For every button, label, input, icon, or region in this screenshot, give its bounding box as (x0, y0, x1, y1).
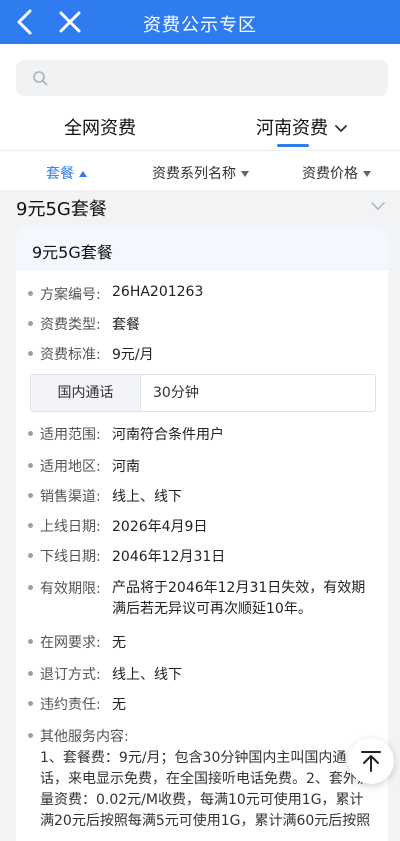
plan-title: 9元5G套餐 (32, 243, 113, 262)
field-label: 适用范围: (40, 427, 101, 443)
bullet-icon (28, 523, 33, 528)
field-value: 9元/月 (112, 347, 154, 363)
active-tab-indicator (277, 144, 309, 147)
field-label: 有效期限: (40, 581, 101, 597)
bullet-icon (28, 291, 33, 296)
sort-label: 资费价格 (302, 166, 358, 182)
voice-label: 国内通话 (31, 375, 141, 411)
field-label: 适用地区: (40, 459, 101, 475)
bullet-icon (28, 553, 33, 558)
chevron-down-icon[interactable] (370, 200, 386, 212)
field-label: 方案编号: (40, 287, 101, 303)
field-value: 26HA201263 (112, 284, 204, 300)
field-value: 线上、线下 (112, 667, 182, 683)
sort-down-icon (363, 171, 371, 177)
field-value: 无 (112, 697, 126, 713)
sort-up-icon (79, 171, 87, 177)
field-label: 资费标准: (40, 347, 101, 363)
top-nav-bar: 资费公示专区 (0, 0, 400, 44)
tab-label: 河南资费 (256, 118, 328, 139)
voice-value: 30分钟 (153, 385, 199, 401)
sort-series-name[interactable]: 资费系列名称 (152, 163, 249, 183)
field-value: 产品将于2046年12月31日失效，有效期满后若无异议可再次顺延10年。 (112, 580, 366, 617)
plan-card-header: 9元5G套餐 (16, 228, 388, 270)
sort-package[interactable]: 套餐 (46, 163, 87, 183)
search-box[interactable] (16, 60, 388, 96)
field-value: 无 (112, 635, 126, 651)
group-title: 9元5G套餐 (16, 199, 107, 220)
arrow-up-icon (361, 751, 381, 772)
sort-label: 资费系列名称 (152, 166, 236, 182)
sort-down-icon (241, 171, 249, 177)
tab-henan-tariffs[interactable]: 河南资费 (256, 114, 348, 140)
field-label: 上线日期: (40, 519, 101, 535)
back-to-top-button[interactable] (348, 738, 394, 784)
field-value: 2026年4月9日 (112, 519, 208, 535)
field-label: 在网要求: (40, 635, 101, 651)
field-label: 资费类型: (40, 317, 101, 333)
bullet-icon (28, 463, 33, 468)
tab-national-tariffs[interactable]: 全网资费 (64, 114, 136, 140)
field-value: 河南 (112, 459, 140, 475)
bullet-icon (28, 639, 33, 644)
bullet-icon (28, 351, 33, 356)
field-label: 退订方式: (40, 667, 101, 683)
bullet-icon (28, 321, 33, 326)
sort-price[interactable]: 资费价格 (302, 163, 371, 183)
sort-label: 套餐 (46, 166, 74, 182)
field-label: 其他服务内容: (40, 729, 129, 745)
search-section (0, 44, 400, 104)
field-label: 下线日期: (40, 549, 101, 565)
field-value: 河南符合条件用户 (112, 427, 224, 443)
bullet-icon (28, 701, 33, 706)
page-title: 资费公示专区 (143, 15, 257, 36)
search-input[interactable] (56, 60, 376, 96)
field-label: 违约责任: (40, 697, 101, 713)
voice-allowance-box: 国内通话 30分钟 (30, 374, 376, 412)
bullet-icon (28, 733, 33, 738)
bullet-icon (28, 431, 33, 436)
tab-label: 全网资费 (64, 118, 136, 139)
field-value: 套餐 (112, 317, 140, 333)
field-value: 线上、线下 (112, 489, 182, 505)
field-value: 2046年12月31日 (112, 549, 226, 565)
plan-group-header[interactable]: 9元5G套餐 (0, 190, 400, 226)
field-label: 销售渠道: (40, 489, 101, 505)
bullet-icon (28, 671, 33, 676)
plan-card: 9元5G套餐 方案编号: 26HA201263 资费类型: 套餐 资费标准: 9… (16, 228, 388, 841)
search-icon (33, 71, 48, 86)
other-services-text: 1、套餐费：9元/月；包含30分钟国内主叫国内通话，来电显示免费，在全国接听电话… (40, 750, 371, 829)
sort-bar: 套餐 资费系列名称 资费价格 (0, 150, 400, 190)
region-tabs: 全网资费 河南资费 (0, 104, 400, 150)
chevron-down-icon (335, 125, 347, 132)
bullet-icon (28, 493, 33, 498)
bullet-icon (28, 585, 33, 590)
